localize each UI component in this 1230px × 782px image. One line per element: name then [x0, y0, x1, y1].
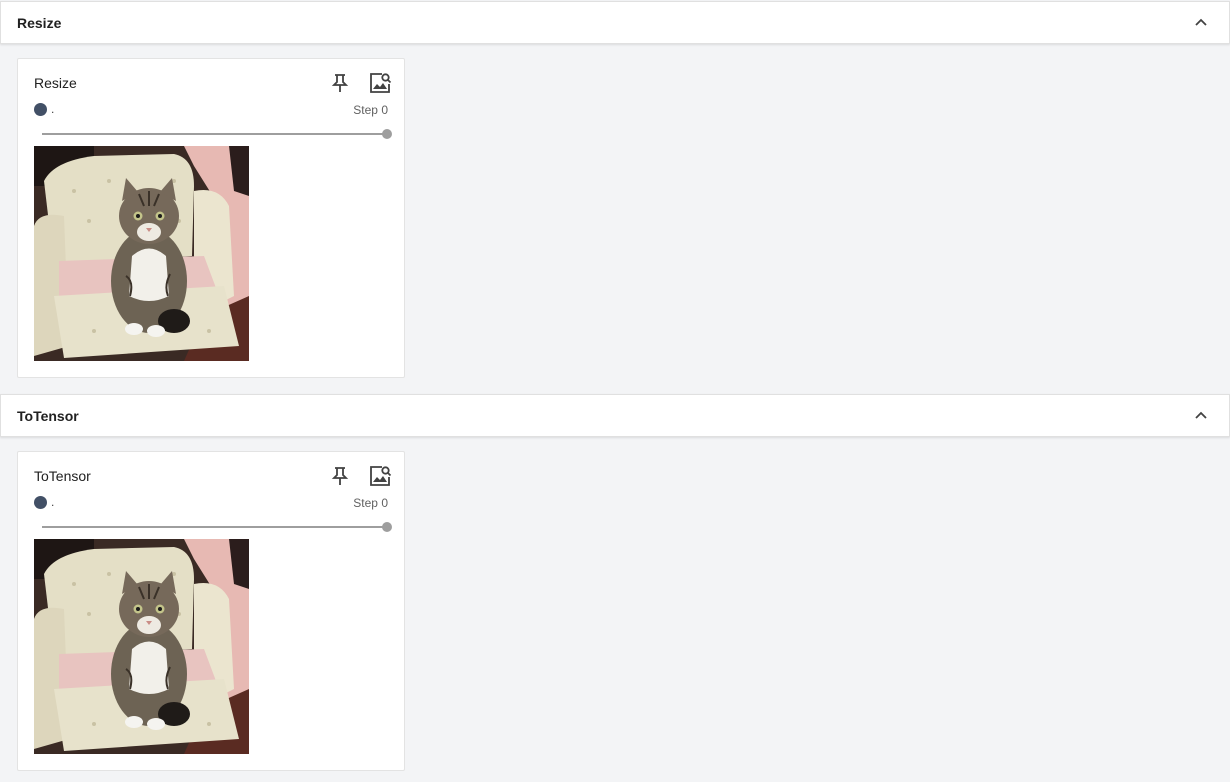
run-color-indicator — [34, 103, 47, 116]
slider-thumb[interactable] — [382, 129, 392, 139]
step-label: Step 0 — [353, 103, 388, 117]
step-slider[interactable] — [42, 521, 392, 533]
slider-track — [42, 133, 387, 135]
step-label: Step 0 — [353, 496, 388, 510]
cat-image[interactable] — [34, 146, 249, 361]
cat-image[interactable] — [34, 539, 249, 754]
card-title: ToTensor — [34, 468, 91, 484]
run-color-indicator — [34, 496, 47, 509]
slider-thumb[interactable] — [382, 522, 392, 532]
run-name: . — [51, 495, 55, 509]
image-card-totensor: ToTensor . Step 0 — [17, 451, 405, 771]
image-search-icon[interactable] — [368, 71, 392, 95]
image-card-resize: Resize . Step 0 — [17, 58, 405, 378]
chevron-up-icon[interactable] — [1191, 405, 1211, 425]
pin-icon[interactable] — [330, 72, 350, 94]
section-title: Resize — [17, 15, 62, 31]
section-title: ToTensor — [17, 408, 79, 424]
chevron-up-icon[interactable] — [1191, 12, 1211, 32]
run-name: . — [51, 102, 55, 116]
step-slider[interactable] — [42, 128, 392, 140]
card-title: Resize — [34, 75, 77, 91]
section-header-totensor[interactable]: ToTensor — [0, 394, 1230, 437]
image-search-icon[interactable] — [368, 464, 392, 488]
slider-track — [42, 526, 387, 528]
pin-icon[interactable] — [330, 465, 350, 487]
section-header-resize[interactable]: Resize — [0, 1, 1230, 44]
